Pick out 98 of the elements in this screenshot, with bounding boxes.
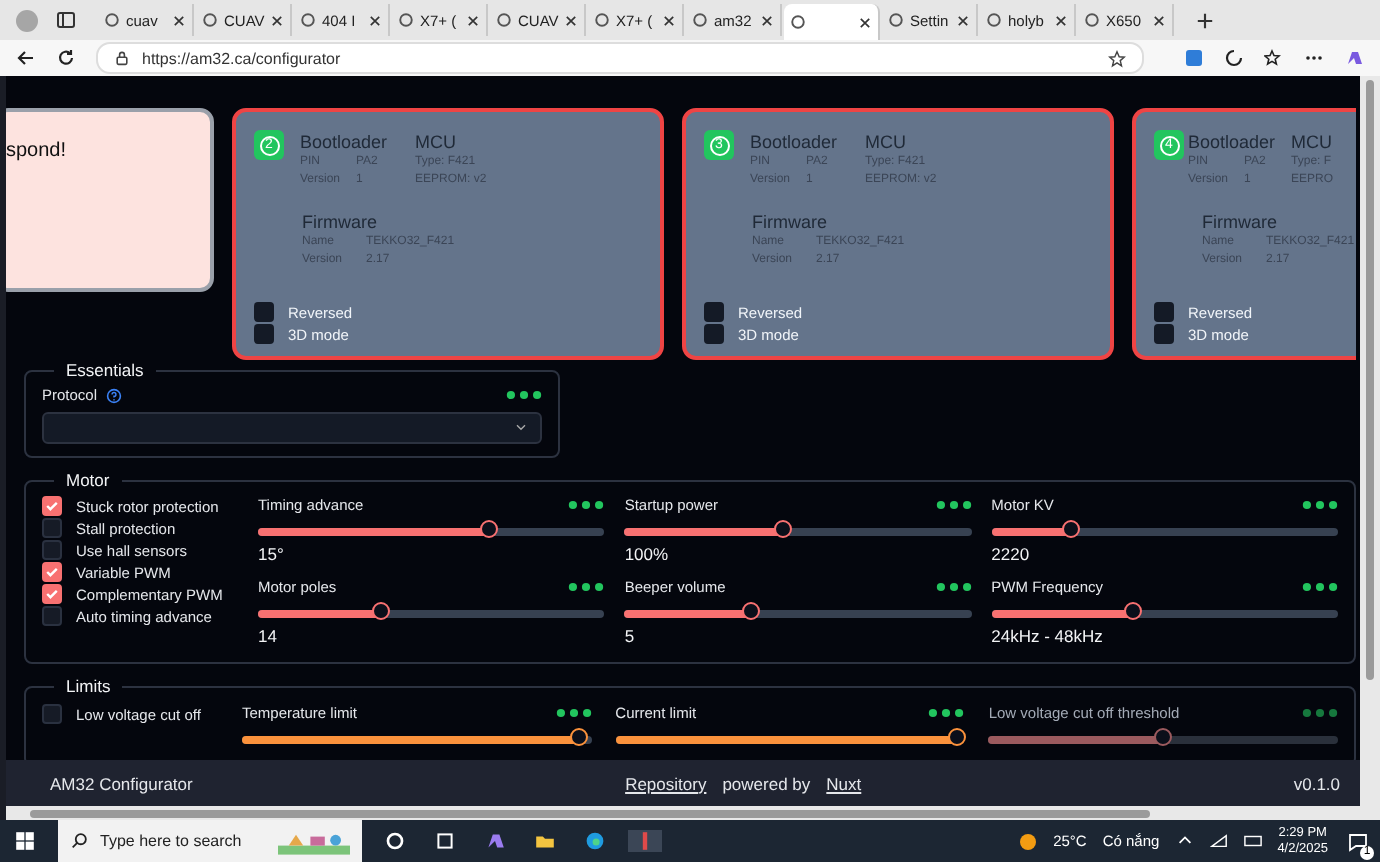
close-icon[interactable] [172,13,186,27]
powered-by-text: powered by [722,773,811,793]
close-icon[interactable] [956,13,970,27]
close-icon[interactable] [466,13,480,27]
sun-icon [1017,831,1038,851]
slider-thumb[interactable] [372,602,391,620]
page-icon [398,12,414,28]
close-icon[interactable] [564,13,579,27]
checkbox[interactable] [42,606,62,626]
nuxt-link[interactable]: Nuxt [826,773,862,793]
checkbox[interactable] [704,302,724,322]
close-icon[interactable] [1152,13,1166,27]
section-title: MCU [865,130,909,154]
close-icon[interactable] [858,15,872,29]
slider-thumb[interactable] [570,728,589,746]
checkbox[interactable] [42,584,62,604]
notice-text: spond! [6,140,67,162]
favorite-icon[interactable] [1108,49,1126,67]
version-text: v0.1.0 [1293,773,1341,793]
browser-essentials-icon[interactable] [1224,48,1244,68]
tab-actions-icon[interactable] [56,10,76,30]
section-title: MCU [1291,130,1334,154]
favorites-icon[interactable] [1264,48,1284,68]
checkbox[interactable] [42,562,62,582]
page-icon [986,12,1002,28]
status-dots-icon [935,500,972,510]
section-title: Firmware [752,210,829,234]
setting-value: 15° [258,544,286,564]
browser-tab[interactable] [784,4,880,40]
taskbar-search-field[interactable]: Type here to search [58,820,362,862]
slider-thumb[interactable] [1123,602,1142,620]
checkbox[interactable] [704,324,724,344]
page-icon [104,12,120,28]
page-icon [888,12,904,28]
checkbox[interactable] [1154,302,1174,322]
search-icon [70,832,88,850]
slider-thumb[interactable] [774,520,793,538]
page-icon [202,12,218,28]
status-dots-icon [928,708,965,718]
back-icon[interactable] [16,48,36,68]
copilot-icon[interactable] [1344,48,1364,68]
section-title: Bootloader [750,130,838,154]
close-icon[interactable] [662,13,676,27]
checkbox[interactable] [42,496,62,516]
section-title: MCU [415,130,459,154]
page-icon [790,14,806,30]
section-title: Bootloader [1188,130,1276,154]
page-icon [496,12,512,28]
close-icon[interactable] [270,13,285,27]
checkbox[interactable] [254,302,274,322]
checkbox[interactable] [254,324,274,344]
checkbox[interactable] [42,518,62,538]
chevron-down-icon [514,424,528,432]
status-dots-icon [1301,582,1338,592]
help-icon[interactable] [105,387,122,403]
slider-thumb[interactable] [1061,520,1080,538]
setting-value: 5 [624,626,637,646]
address-field[interactable]: https://am32.ca/configurator [96,42,1144,74]
page-icon [300,12,316,28]
panel-title: Essentials [64,360,146,380]
close-icon[interactable] [368,13,382,27]
checkbox[interactable] [42,540,62,560]
close-icon[interactable] [760,13,774,27]
page-icon [594,12,610,28]
close-icon[interactable] [1054,13,1068,27]
status-dots-icon [1302,708,1338,718]
setting-value: 2220 [991,544,1032,564]
keyboard-icon[interactable] [1243,832,1262,850]
horizontal-scrollbar[interactable] [6,806,1360,820]
setting-value: 14 [258,626,279,646]
checkbox[interactable] [1154,324,1174,344]
status-dots-icon [506,390,542,400]
lock-icon [114,50,130,66]
setting-value: 100% [624,544,671,564]
status-dots-icon [1301,500,1338,510]
status-dots-icon [568,500,605,510]
app-title: AM32 Configurator [50,773,193,793]
section-title: Firmware [302,210,379,234]
checkbox[interactable] [42,704,62,724]
section-title: Firmware [1202,210,1279,234]
extension-icon[interactable] [1184,48,1204,68]
setting-value: 24kHz - 48kHz [991,626,1105,646]
section-title: Bootloader [300,130,388,154]
page-icon [692,12,708,28]
refresh-icon[interactable] [56,48,76,68]
status-dots-icon [568,582,605,592]
vertical-scrollbar[interactable] [1360,76,1380,820]
repository-link[interactable]: Repository [625,773,707,793]
slider-thumb[interactable] [480,520,499,538]
panel-title: Motor [64,470,112,490]
panel-title: Limits [64,676,113,696]
new-tab-icon[interactable] [1196,11,1214,29]
network-icon[interactable] [1209,832,1228,850]
slider-thumb[interactable] [947,728,966,746]
status-dots-icon [555,708,592,718]
page-icon [1084,12,1100,28]
slider-thumb[interactable] [742,602,761,620]
status-dots-icon [935,582,972,592]
